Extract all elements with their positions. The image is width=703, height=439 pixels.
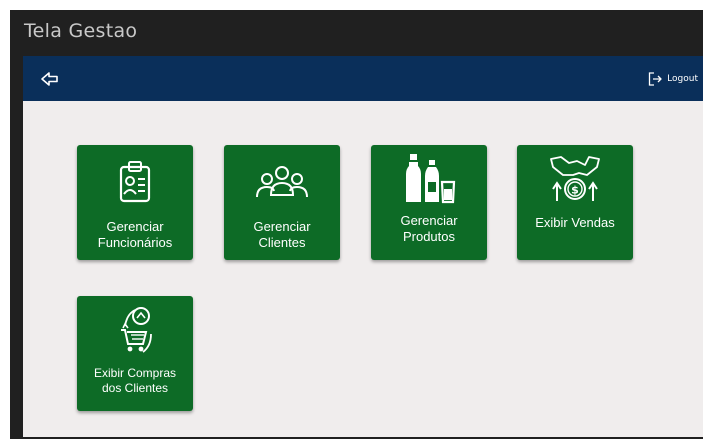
svg-text:$: $ (571, 184, 579, 197)
cart-cycle-icon (121, 307, 152, 353)
back-arrow-icon[interactable] (39, 68, 61, 90)
show-client-purchases-button[interactable]: Exibir Compras dos Clientes (77, 296, 193, 411)
tile-label-line1: Gerenciar (253, 219, 311, 234)
window-title: Tela Gestao (24, 20, 138, 42)
logout-button[interactable]: Logout (647, 70, 698, 88)
tile-label-line1: Exibir Vendas (535, 215, 615, 230)
tile-label-line2: Clientes (258, 235, 306, 250)
tile-label-line2: Funcionários (97, 235, 173, 250)
show-sales-button[interactable]: $ Exibir Vendas (517, 145, 633, 260)
tile-label-line2: Produtos (402, 229, 456, 244)
logout-icon (649, 72, 662, 86)
app-window: Tela Gestao Logout Gerenciar Funcionário… (10, 10, 703, 439)
top-navigation-bar: Logout (23, 56, 703, 101)
tile-label-line1: Exibir Compras (93, 366, 177, 380)
users-group-icon (256, 166, 308, 198)
manage-employees-button[interactable]: Gerenciar Funcionários (77, 145, 193, 260)
tile-label-line1: Gerenciar (106, 219, 164, 234)
tile-label-line1: Gerenciar (400, 213, 458, 228)
id-badge-icon (119, 161, 151, 203)
products-bottles-icon (406, 154, 456, 204)
logout-label: Logout (667, 74, 698, 84)
handshake-money-icon: $ (550, 156, 600, 201)
window-titlebar: Tela Gestao (10, 10, 703, 56)
tile-label-line2: dos Clientes (101, 381, 169, 395)
main-content: Logout Gerenciar Funcionários Gerenciar … (23, 56, 703, 437)
manage-products-button[interactable]: Gerenciar Produtos (371, 145, 487, 260)
manage-clients-button[interactable]: Gerenciar Clientes (224, 145, 340, 260)
